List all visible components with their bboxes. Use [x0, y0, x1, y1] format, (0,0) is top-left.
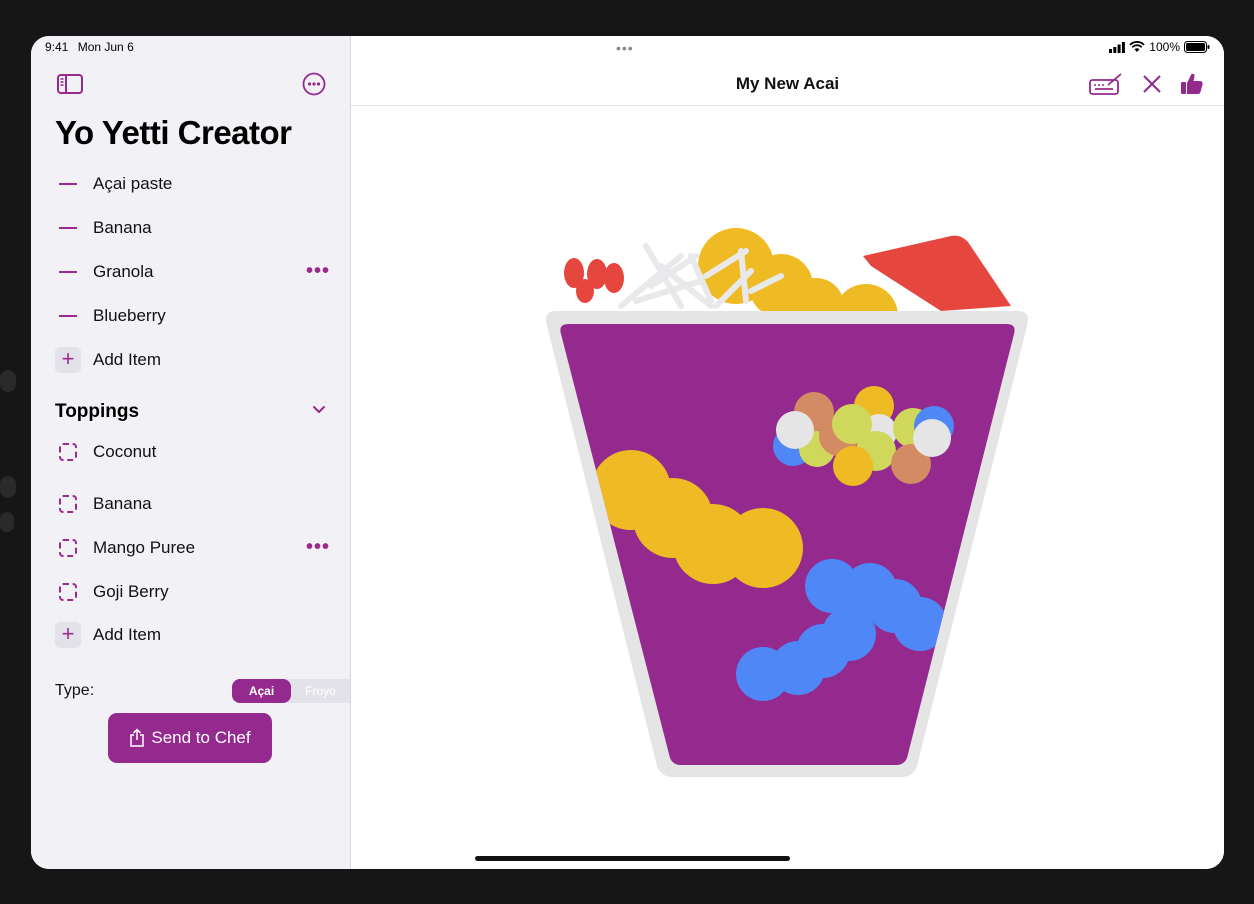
status-bar-right: 100%: [1109, 40, 1210, 54]
remove-icon[interactable]: [55, 215, 81, 241]
list-item-label: Granola: [93, 262, 154, 281]
topping-item[interactable]: Coconut: [55, 430, 330, 474]
send-to-chef-button[interactable]: Send to Chef: [108, 713, 272, 763]
plus-icon: +: [55, 622, 81, 648]
acai-cup-drawing: [546, 228, 1028, 777]
status-time: 9:41: [45, 40, 69, 54]
checkbox-icon[interactable]: [55, 579, 81, 605]
plus-icon: +: [55, 347, 81, 373]
topping-label: Goji Berry: [93, 582, 169, 601]
list-item-label: Banana: [93, 218, 152, 237]
drawing-canvas[interactable]: [351, 106, 1224, 869]
keyboard-pencil-icon: [1089, 73, 1122, 95]
sidebar-toggle-icon: [57, 74, 83, 94]
topping-label: Banana: [93, 494, 152, 513]
remove-icon[interactable]: [55, 171, 81, 197]
multitasking-dots-icon[interactable]: •••: [616, 40, 634, 56]
list-item-label: Blueberry: [93, 306, 166, 325]
more-options-button[interactable]: [302, 72, 326, 96]
topping-item[interactable]: Mango Puree •••: [55, 526, 330, 570]
add-topping-button[interactable]: + Add Item: [55, 613, 330, 657]
ellipsis-icon[interactable]: •••: [306, 260, 330, 283]
list-item[interactable]: Açai paste: [55, 162, 330, 206]
list-item[interactable]: Banana: [55, 206, 330, 250]
battery-icon: [1184, 41, 1210, 53]
sidebar-toggle-button[interactable]: [56, 73, 84, 95]
add-topping-label: Add Item: [93, 625, 162, 644]
status-date: Mon Jun 6: [77, 40, 134, 54]
app-title: Yo Yetti Creator: [55, 114, 292, 151]
thumbs-up-icon: [1181, 73, 1203, 94]
share-icon: [130, 728, 145, 747]
keyboard-button[interactable]: [1089, 72, 1123, 96]
segment-acai[interactable]: Açai: [232, 679, 291, 703]
segment-froyo[interactable]: Froyo: [291, 679, 350, 703]
type-label: Type:: [55, 682, 95, 699]
checkbox-icon[interactable]: [55, 439, 81, 465]
list-item[interactable]: Granola •••: [55, 250, 330, 294]
close-button[interactable]: [1141, 73, 1163, 95]
remove-icon[interactable]: [55, 303, 81, 329]
sidebar: 9:41 Mon Jun 6 Yo Yetti Creator Açai pas…: [31, 36, 351, 869]
topping-label: Coconut: [93, 442, 157, 461]
topping-item[interactable]: Banana: [55, 482, 330, 526]
navigation-bar: ••• 100% My New Acai: [351, 36, 1224, 106]
add-item-button[interactable]: + Add Item: [55, 338, 330, 382]
screen: 9:41 Mon Jun 6 Yo Yetti Creator Açai pas…: [31, 36, 1224, 869]
status-bar-left: 9:41 Mon Jun 6: [45, 40, 140, 54]
list-item[interactable]: Blueberry: [55, 294, 330, 338]
send-to-chef-label: Send to Chef: [151, 728, 251, 747]
ellipsis-icon[interactable]: •••: [306, 536, 330, 559]
topping-label: Mango Puree: [93, 538, 196, 557]
checkbox-icon[interactable]: [55, 535, 81, 561]
main-panel: ••• 100% My New Acai: [351, 36, 1224, 869]
add-item-label: Add Item: [93, 350, 162, 369]
remove-icon[interactable]: [55, 259, 81, 285]
close-icon: [1143, 75, 1161, 93]
ellipsis-circle-icon: [302, 72, 326, 96]
type-segmented-control: Açai Froyo: [232, 679, 350, 703]
list-item-label: Açai paste: [93, 174, 173, 193]
cellular-icon: [1109, 41, 1126, 53]
collapse-toppings-button[interactable]: [311, 402, 327, 423]
chevron-down-icon: [313, 406, 325, 413]
section-title-toppings: Toppings: [55, 401, 140, 422]
like-button[interactable]: [1179, 71, 1205, 97]
topping-item[interactable]: Goji Berry: [55, 570, 330, 614]
wifi-icon: [1129, 41, 1145, 52]
battery-percent: 100%: [1149, 40, 1180, 54]
checkbox-icon[interactable]: [55, 491, 81, 517]
home-indicator: [475, 856, 790, 861]
